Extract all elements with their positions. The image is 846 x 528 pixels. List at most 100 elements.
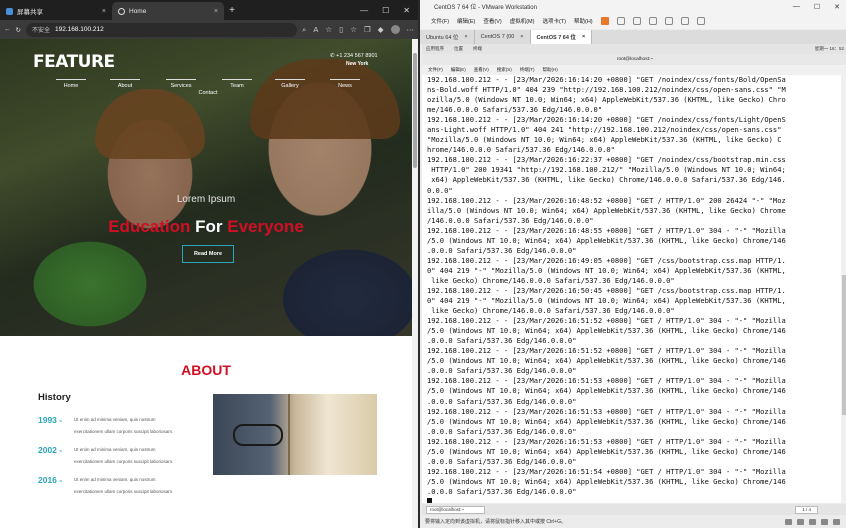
- favorites-icon[interactable]: ☆: [350, 25, 357, 34]
- read-aloud-icon[interactable]: A: [313, 25, 318, 34]
- terminal-line: 192.168.100.212 - - [23/Mar/2026:16:51:5…: [427, 436, 786, 446]
- maximize-button[interactable]: ☐: [814, 3, 820, 11]
- address-toolbar: ← ↻ 不安全 192.168.100.212 ⌕ A ☆ ▯ ☆ ❐ ◆ ⋯: [0, 20, 418, 39]
- vmware-title-bar: CentOS 7 64 位 - VMware Workstation — ☐ ✕: [420, 0, 846, 13]
- favorite-star-icon[interactable]: ☆: [325, 25, 332, 34]
- url-text[interactable]: 192.168.100.212: [55, 26, 104, 33]
- scroll-thumb[interactable]: [413, 53, 417, 168]
- terminal-line: .0.0.0 Safari/537.36 Edg/146.0.0.0": [427, 456, 577, 466]
- history-text: exercitationem ullam corporis suscipit l…: [74, 489, 174, 494]
- address-bar[interactable]: 不安全 192.168.100.212: [25, 22, 298, 37]
- vm-tab-centos-64[interactable]: CentOS 7 64 位 ×: [530, 30, 593, 44]
- copilot-icon[interactable]: ◆: [378, 25, 384, 34]
- menu-view[interactable]: 查看(V): [483, 17, 501, 25]
- menu-file[interactable]: 文件(F): [431, 17, 449, 25]
- history-text: Ut enim ad minima veniam, quis nostrum: [74, 417, 156, 422]
- history-year: 1993 -: [38, 415, 63, 425]
- collections-icon[interactable]: ❐: [364, 25, 371, 34]
- nav-news[interactable]: News: [327, 79, 363, 89]
- usb-icon[interactable]: [809, 518, 816, 525]
- close-tab-icon[interactable]: ×: [102, 8, 106, 15]
- display-icon[interactable]: [833, 518, 840, 525]
- city-label: New York: [346, 61, 369, 67]
- zoom-icon[interactable]: ⌕: [302, 25, 306, 35]
- back-icon[interactable]: ←: [4, 26, 11, 33]
- globe-icon: [118, 7, 125, 15]
- term-menu-terminal[interactable]: 终端(T): [520, 67, 535, 73]
- hero-subtitle: Lorem Ipsum: [176, 194, 236, 205]
- menu-edit[interactable]: 编辑(E): [457, 17, 475, 25]
- snapshot-icon[interactable]: [616, 17, 625, 25]
- books-glasses-photo: [213, 394, 377, 475]
- term-menu-search[interactable]: 搜索(S): [497, 67, 512, 73]
- close-window-button[interactable]: ✕: [834, 3, 840, 11]
- manage-snapshots-icon[interactable]: [648, 17, 657, 25]
- gnome-applications-menu[interactable]: 应用程序: [426, 46, 444, 52]
- nav-gallery[interactable]: Gallery: [272, 79, 308, 89]
- phone-number: ✆ +1 234 567 8901: [330, 53, 378, 59]
- terminal-line: 192.168.100.212 - - [23/Mar/2026:16:49:0…: [427, 255, 786, 265]
- close-icon[interactable]: ×: [582, 34, 585, 40]
- history-heading: History: [38, 392, 71, 403]
- refresh-icon[interactable]: ↻: [16, 26, 21, 34]
- read-more-button[interactable]: Read More: [182, 245, 234, 263]
- revert-icon[interactable]: [632, 17, 641, 25]
- nav-team[interactable]: Team: [219, 79, 255, 89]
- term-menu-help[interactable]: 帮助(H): [543, 67, 558, 73]
- close-tab-icon[interactable]: ×: [214, 8, 218, 15]
- vm-tab-centos-00[interactable]: CentOS 7 (00 ×: [475, 30, 531, 44]
- terminal-line: 192.168.100.212 - - [23/Mar/2026:16:51:5…: [427, 376, 786, 386]
- close-icon[interactable]: ×: [464, 34, 467, 40]
- gnome-clock[interactable]: 星期一 16：52: [815, 46, 844, 52]
- close-window-button[interactable]: ✕: [403, 6, 410, 15]
- menu-tabs[interactable]: 选项卡(T): [542, 17, 566, 25]
- more-menu-icon[interactable]: ⋯: [407, 25, 415, 34]
- minimize-button[interactable]: —: [793, 3, 800, 11]
- sound-icon[interactable]: [821, 518, 828, 525]
- disk-icon[interactable]: [797, 518, 804, 525]
- new-tab-button[interactable]: +: [224, 5, 240, 16]
- profile-avatar[interactable]: [390, 25, 400, 34]
- gnome-taskbar: root@localhost:~ 1 / 4: [422, 504, 846, 515]
- close-icon[interactable]: ×: [520, 34, 523, 40]
- terminal-line: "Mozilla/5.0 (Windows NT 10.0; Win64; x6…: [427, 135, 782, 145]
- tab-home[interactable]: Home ×: [112, 2, 224, 20]
- taskbar-terminal-item[interactable]: root@localhost:~: [426, 505, 485, 514]
- minimize-button[interactable]: —: [360, 6, 368, 15]
- tab-label: 屏幕共享: [17, 9, 43, 16]
- nav-services[interactable]: Services: [163, 79, 199, 89]
- unity-icon[interactable]: [680, 17, 689, 25]
- nav-contact[interactable]: Contact: [190, 90, 226, 96]
- terminal-scrollbar[interactable]: [841, 75, 846, 503]
- network-icon[interactable]: [785, 518, 792, 525]
- terminal-line: me/146.0.0.0 Safari/537.36 Edg/146.0.0.0…: [427, 105, 603, 115]
- terminal-output[interactable]: 192.168.100.212 - - [23/Mar/2026:16:14:2…: [422, 75, 841, 503]
- term-menu-file[interactable]: 文件(F): [428, 67, 443, 73]
- vm-tab-ubuntu[interactable]: Ubuntu 64 位 ×: [420, 30, 475, 44]
- fullscreen-icon[interactable]: [664, 17, 673, 25]
- terminal-cursor: [427, 497, 432, 503]
- term-menu-view[interactable]: 查看(V): [474, 67, 489, 73]
- gnome-places-menu[interactable]: 位置: [454, 46, 463, 52]
- tab-screen-share[interactable]: 屏幕共享 ×: [0, 2, 112, 20]
- not-secure-label[interactable]: 不安全: [32, 25, 50, 34]
- nav-about[interactable]: About: [107, 79, 143, 89]
- nav-home[interactable]: Home: [53, 79, 89, 89]
- console-icon[interactable]: [696, 17, 705, 25]
- suspend-icon[interactable]: [600, 17, 609, 25]
- scroll-thumb[interactable]: [842, 275, 846, 415]
- term-menu-edit[interactable]: 编辑(E): [451, 67, 466, 73]
- menu-help[interactable]: 帮助(H): [574, 17, 593, 25]
- split-screen-icon[interactable]: ▯: [339, 25, 343, 34]
- workspace-pager[interactable]: 1 / 4: [795, 505, 818, 514]
- history-year: 2002 -: [38, 445, 63, 455]
- nav-label: News: [338, 83, 352, 89]
- vmware-status-bar: 要将输入定向到该虚拟机，请将鼠标指针移入其中或按 Ctrl+G。: [420, 515, 846, 528]
- terminal-line: /5.0 (Windows NT 10.0; Win64; x64) Apple…: [427, 235, 786, 245]
- maximize-button[interactable]: ☐: [382, 6, 389, 15]
- gnome-terminal-menu[interactable]: 终端: [473, 46, 482, 52]
- menu-vm[interactable]: 虚拟机(M): [510, 17, 535, 25]
- terminal-line: 0" 404 219 "-" "Mozilla/5.0 (Windows NT …: [427, 296, 786, 306]
- site-logo[interactable]: FEATURE: [33, 52, 115, 72]
- terminal-line: /5.0 (Windows NT 10.0; Win64; x64) Apple…: [427, 476, 786, 486]
